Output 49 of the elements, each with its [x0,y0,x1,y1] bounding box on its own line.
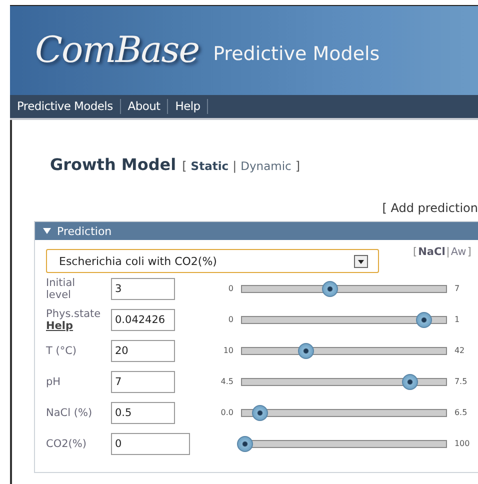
slider-thumb[interactable] [322,280,338,296]
slider-thumb[interactable] [252,404,268,420]
mode-link[interactable]: Dynamic [240,159,292,173]
slider-max-label: 6.5 [454,408,468,417]
unit-link[interactable]: Aw [450,246,466,258]
value-field[interactable]: 0 [111,432,190,454]
separator: | [446,246,450,258]
bracket: ] [467,246,472,258]
slider-min-label: 4.5 [220,377,234,386]
logo: ComBase [35,30,200,71]
organism-dropdown[interactable]: Escherichia coli with CO2(%) [46,249,379,273]
value-field[interactable]: 0.5 [111,402,175,424]
help-link[interactable]: Help [46,320,111,332]
separator: | [232,159,237,173]
slider-max-label: 7 [454,284,461,293]
page-title: Growth Model [50,155,176,174]
slider-min-label: 0 [228,284,234,293]
parameter-label: Initial level [46,276,76,300]
nav-link[interactable]: Help [168,99,208,114]
mode-link[interactable]: Static [190,159,229,173]
value-field[interactable]: 0.042426 [111,308,175,330]
slider-min-label: 0.0 [220,408,234,417]
parameter-label: pH [46,376,62,388]
add-prediction-link[interactable]: [ Add prediction [382,201,478,221]
nav-link[interactable]: Predictive Models [10,99,121,114]
bracket: [ [182,159,187,173]
slider-max-label: 1 [454,315,461,324]
slider-max-label: 42 [454,346,466,355]
site-subtitle: Predictive Models [213,42,380,64]
panel-header[interactable]: Prediction [35,222,478,240]
parameter-label: NaCl (%) [46,406,94,418]
nav-link[interactable]: About [120,99,168,114]
bracket: [ [413,246,418,258]
slider-thumb[interactable] [236,436,253,452]
slider-max-label: 7.5 [454,377,468,386]
slider-min-label: 10 [223,346,234,355]
slider-min-label: 0 [228,315,234,324]
value-field[interactable]: 20 [111,340,175,362]
slider-max-label: 100 [454,439,471,448]
slider-thumb[interactable] [402,374,418,390]
bracket: ] [295,159,300,173]
value-field[interactable]: 3 [111,278,175,300]
parameter-label: Phys.state [46,308,98,320]
slider-thumb[interactable] [416,312,432,328]
unit-link[interactable]: NaCl [418,246,446,258]
parameter-label: T (°C) [46,344,78,356]
parameter-label: CO2(%) [46,438,88,450]
value-field[interactable]: 7 [111,370,175,392]
slider-thumb[interactable] [298,342,314,358]
